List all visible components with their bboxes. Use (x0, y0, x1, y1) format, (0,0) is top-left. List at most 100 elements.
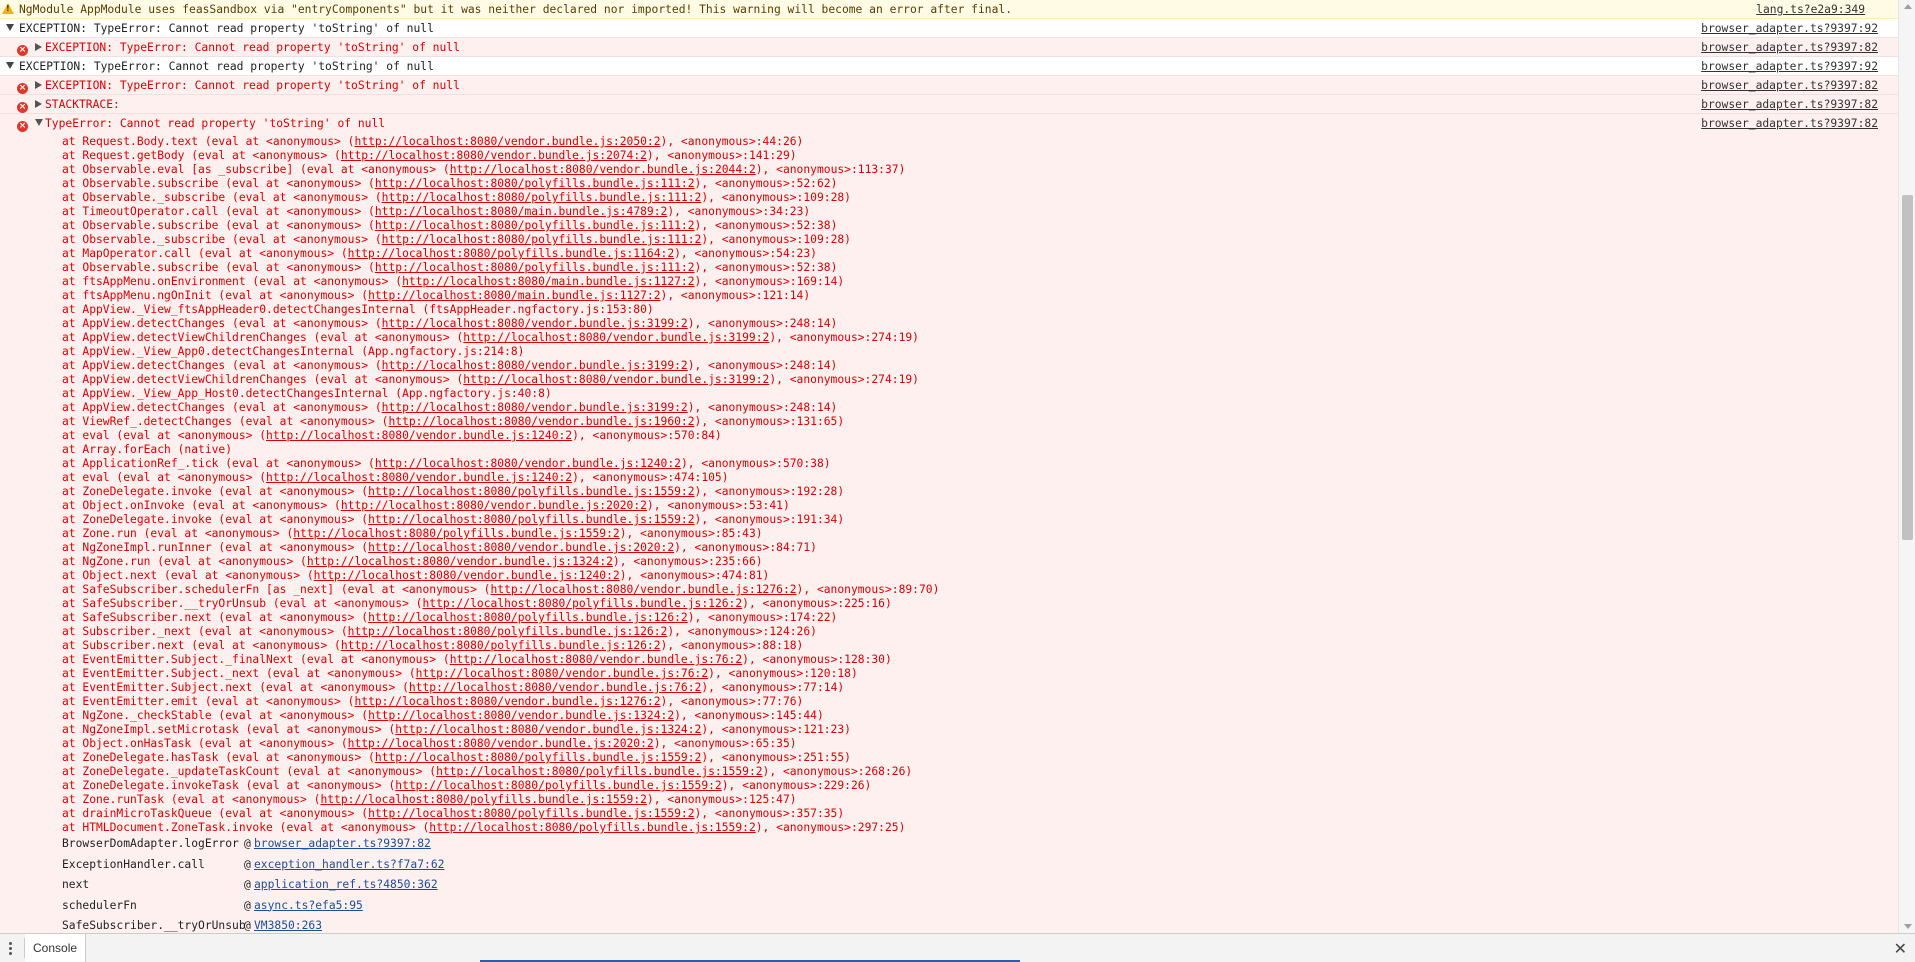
stack-frame-text: at AppView._View_App_Host0.detectChanges… (62, 387, 552, 400)
stack-frame-location: ), <anonymous>:88:18) (660, 639, 804, 652)
stack-frame-text: at eval (eval at <anonymous> ( (62, 471, 267, 484)
warning-message[interactable]: NgModule AppModule uses feasSandbox via … (0, 0, 1898, 19)
stack-frame-text: at EventEmitter.Subject._next (eval at <… (62, 667, 416, 680)
stack-frame-link[interactable]: http://localhost:8080/vendor.bundle.js:7… (416, 667, 708, 680)
stack-frame-link[interactable]: http://localhost:8080/vendor.bundle.js:3… (382, 317, 688, 330)
stack-frame-line: at drainMicroTaskQueue (eval at <anonymo… (62, 807, 939, 821)
stack-frame-link[interactable]: http://localhost:8080/vendor.bundle.js:3… (463, 331, 769, 344)
kebab-menu-icon[interactable] (9, 942, 12, 956)
stack-frame-link[interactable]: http://localhost:8080/vendor.bundle.js:1… (375, 457, 681, 470)
stack-frame-link[interactable]: http://localhost:8080/polyfills.bundle.j… (382, 191, 702, 204)
stack-frame-line: at Observable._subscribe (eval at <anony… (62, 191, 939, 205)
stack-frame-link[interactable]: http://localhost:8080/polyfills.bundle.j… (375, 219, 695, 232)
message-text: EXCEPTION: TypeError: Cannot read proper… (45, 41, 460, 54)
close-icon[interactable]: ✕ (1894, 939, 1907, 958)
stack-frame-link[interactable]: http://localhost:8080/polyfills.bundle.j… (422, 597, 742, 610)
source-link[interactable]: lang.ts?e2a9:349 (1756, 3, 1865, 16)
call-frame-at: @ (244, 878, 251, 891)
stack-frame-link[interactable]: http://localhost:8080/vendor.bundle.js:3… (382, 401, 688, 414)
stack-frame-text: at NgZone.run (eval at <anonymous> ( (62, 555, 307, 568)
call-frame-link[interactable]: VM3850:263 (254, 919, 322, 932)
collapse-triangle-icon[interactable] (35, 100, 42, 108)
stack-frame-link[interactable]: http://localhost:8080/polyfills.bundle.j… (368, 513, 694, 526)
error-message-expanded[interactable]: × TypeError: Cannot read property 'toStr… (0, 114, 1898, 933)
stack-frame-link[interactable]: http://localhost:8080/vendor.bundle.js:2… (348, 737, 654, 750)
stack-frame-link[interactable]: http://localhost:8080/vendor.bundle.js:7… (450, 653, 742, 666)
stack-frame-link[interactable]: http://localhost:8080/main.bundle.js:112… (402, 275, 694, 288)
stack-frame-link[interactable]: http://localhost:8080/polyfills.bundle.j… (368, 485, 694, 498)
console-scrollbar[interactable] (1898, 0, 1915, 933)
stack-frame-line: at NgZoneImpl.setMicrotask (eval at <ano… (62, 723, 939, 737)
stack-frame-link[interactable]: http://localhost:8080/polyfills.bundle.j… (320, 793, 646, 806)
stack-frame-link[interactable]: http://localhost:8080/polyfills.bundle.j… (382, 233, 702, 246)
call-frame-link[interactable]: application_ref.ts?4850:362 (254, 878, 438, 891)
stack-frame-link[interactable]: http://localhost:8080/polyfills.bundle.j… (375, 177, 695, 190)
stack-frame-line: at Zone.runTask (eval at <anonymous> (ht… (62, 793, 939, 807)
error-circle-icon: × (17, 45, 28, 56)
source-link[interactable]: browser_adapter.ts?9397:82 (1701, 117, 1878, 130)
stack-frame-link[interactable]: http://localhost:8080/vendor.bundle.js:1… (307, 555, 613, 568)
error-message[interactable]: × EXCEPTION: TypeError: Cannot read prop… (0, 38, 1898, 57)
stack-frame-link[interactable]: http://localhost:8080/vendor.bundle.js:1… (395, 723, 701, 736)
tab-console[interactable]: Console (25, 934, 87, 962)
stack-frame-link[interactable]: http://localhost:8080/vendor.bundle.js:2… (450, 163, 756, 176)
stack-frame-link[interactable]: http://localhost:8080/polyfills.bundle.j… (368, 807, 694, 820)
stack-frame-link[interactable]: http://localhost:8080/polyfills.bundle.j… (436, 765, 762, 778)
source-link[interactable]: browser_adapter.ts?9397:82 (1701, 98, 1878, 111)
stack-frame-link[interactable]: http://localhost:8080/polyfills.bundle.j… (348, 247, 674, 260)
source-link[interactable]: browser_adapter.ts?9397:82 (1701, 79, 1878, 92)
stack-frame-link[interactable]: http://localhost:8080/vendor.bundle.js:7… (409, 681, 701, 694)
stack-frame-link[interactable]: http://localhost:8080/vendor.bundle.js:2… (341, 499, 647, 512)
scroll-up-arrow-icon[interactable] (1904, 4, 1912, 9)
stack-frame-link[interactable]: http://localhost:8080/polyfills.bundle.j… (368, 611, 688, 624)
error-message[interactable]: × STACKTRACE: browser_adapter.ts?9397:82 (0, 95, 1898, 114)
stack-frame-link[interactable]: http://localhost:8080/polyfills.bundle.j… (293, 527, 619, 540)
source-link[interactable]: browser_adapter.ts?9397:82 (1701, 41, 1878, 54)
stack-frame-location: ), <anonymous>:52:62) (694, 177, 838, 190)
stack-frame-link[interactable]: http://localhost:8080/polyfills.bundle.j… (341, 639, 661, 652)
stack-frame-link[interactable]: http://localhost:8080/vendor.bundle.js:2… (368, 541, 674, 554)
collapse-triangle-icon[interactable] (35, 81, 42, 89)
stack-frame-link[interactable]: http://localhost:8080/polyfills.bundle.j… (429, 821, 755, 834)
stack-frame-location: ), <anonymous>:113:37) (755, 163, 906, 176)
call-frame-link[interactable]: exception_handler.ts?f7a7:62 (254, 858, 444, 871)
stack-frame-location: ), <anonymous>:474:105) (572, 471, 729, 484)
stack-frame-link[interactable]: http://localhost:8080/main.bundle.js:478… (375, 205, 667, 218)
stack-frame-text: at EventEmitter.emit (eval at <anonymous… (62, 695, 355, 708)
console-group-header[interactable]: EXCEPTION: TypeError: Cannot read proper… (0, 19, 1898, 38)
stack-frame-link[interactable]: http://localhost:8080/polyfills.bundle.j… (348, 625, 668, 638)
scrollbar-thumb[interactable] (1902, 195, 1913, 540)
stack-frame-link[interactable]: http://localhost:8080/vendor.bundle.js:1… (368, 709, 674, 722)
stack-frame-link[interactable]: http://localhost:8080/vendor.bundle.js:1… (490, 583, 796, 596)
stack-frame-link[interactable]: http://localhost:8080/polyfills.bundle.j… (375, 261, 695, 274)
stack-frame-link[interactable]: http://localhost:8080/polyfills.bundle.j… (395, 779, 721, 792)
stack-frame-link[interactable]: http://localhost:8080/polyfills.bundle.j… (375, 751, 701, 764)
console-group-header[interactable]: EXCEPTION: TypeError: Cannot read proper… (0, 57, 1898, 76)
call-frame-link[interactable]: browser_adapter.ts?9397:82 (254, 837, 431, 850)
stack-frame-link[interactable]: http://localhost:8080/vendor.bundle.js:3… (382, 359, 688, 372)
stack-frame-text: at Subscriber._next (eval at <anonymous>… (62, 625, 348, 638)
stack-frame-link[interactable]: http://localhost:8080/vendor.bundle.js:3… (463, 373, 769, 386)
expand-triangle-icon[interactable] (6, 24, 14, 31)
source-link[interactable]: browser_adapter.ts?9397:92 (1701, 60, 1878, 73)
stack-frame-link[interactable]: http://localhost:8080/vendor.bundle.js:1… (266, 429, 572, 442)
stack-frame-line: at NgZone._checkStable (eval at <anonymo… (62, 709, 939, 723)
stack-frame-link[interactable]: http://localhost:8080/vendor.bundle.js:1… (388, 415, 694, 428)
stack-frame-link[interactable]: http://localhost:8080/vendor.bundle.js:1… (266, 471, 572, 484)
error-message[interactable]: × EXCEPTION: TypeError: Cannot read prop… (0, 76, 1898, 95)
stack-frame-line: at SafeSubscriber.schedulerFn [as _next]… (62, 583, 939, 597)
scroll-down-arrow-icon[interactable] (1904, 924, 1912, 929)
stack-frame-link[interactable]: http://localhost:8080/vendor.bundle.js:1… (354, 695, 660, 708)
source-link[interactable]: browser_adapter.ts?9397:92 (1701, 22, 1878, 35)
stack-frame-link[interactable]: http://localhost:8080/vendor.bundle.js:1… (314, 569, 620, 582)
stack-frame-link[interactable]: http://localhost:8080/vendor.bundle.js:2… (341, 149, 647, 162)
call-frame-link[interactable]: async.ts?efa5:95 (254, 899, 363, 912)
stack-frame-text: at Object.next (eval at <anonymous> ( (62, 569, 314, 582)
stack-frame-text: at EventEmitter.Subject._finalNext (eval… (62, 653, 450, 666)
stack-frame-text: at Request.getBody (eval at <anonymous> … (62, 149, 341, 162)
stack-frame-link[interactable]: http://localhost:8080/main.bundle.js:112… (368, 289, 660, 302)
expand-triangle-icon[interactable] (6, 62, 14, 69)
collapse-triangle-icon[interactable] (35, 43, 42, 51)
stack-frame-link[interactable]: http://localhost:8080/vendor.bundle.js:2… (354, 135, 660, 148)
expand-triangle-icon[interactable] (35, 119, 43, 126)
